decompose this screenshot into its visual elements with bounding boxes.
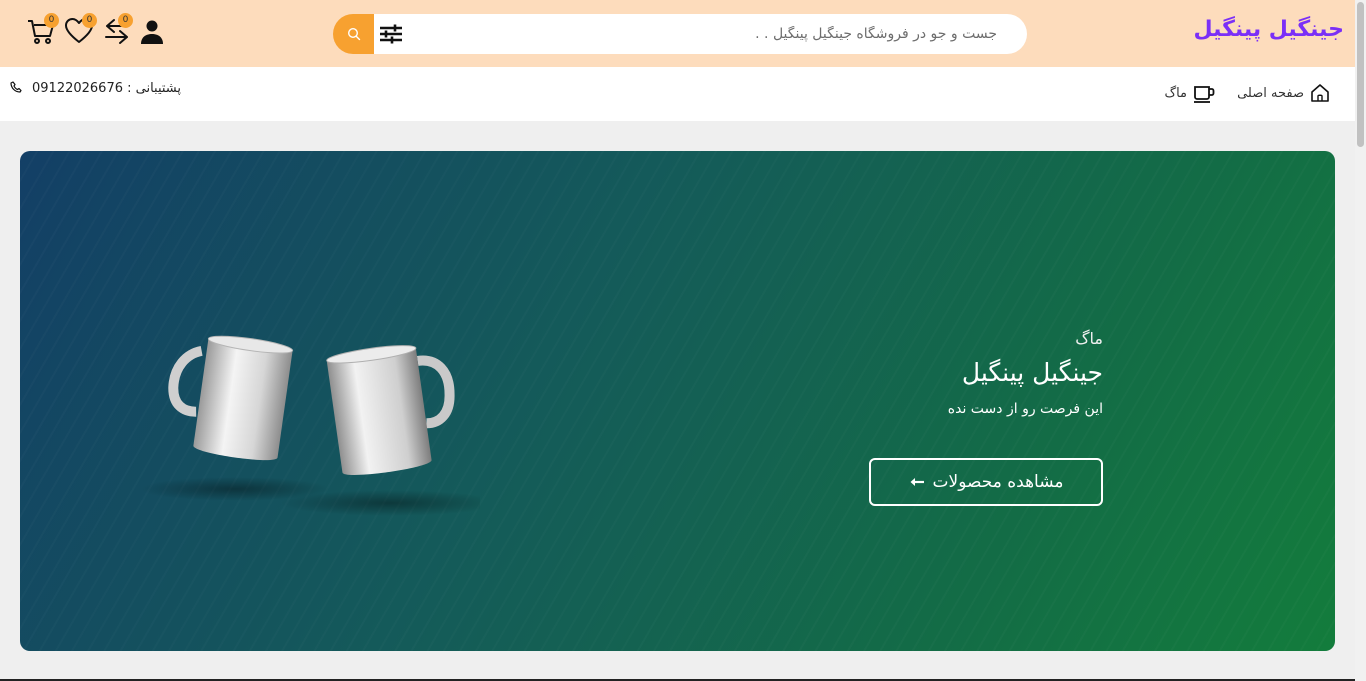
cart-button[interactable]: 0 — [26, 13, 59, 46]
hero-banner: ماگ جینگیل پینگیل این فرصت رو از دست نده… — [20, 151, 1335, 651]
hero-category: ماگ — [1075, 329, 1103, 348]
scrollbar-thumb[interactable] — [1357, 2, 1364, 147]
sliders-icon — [380, 24, 402, 44]
vertical-scrollbar[interactable] — [1355, 0, 1366, 681]
nav-item-home[interactable]: صفحه اصلی — [1237, 83, 1330, 103]
site-logo[interactable]: جینگیل پینگیل — [1193, 17, 1344, 42]
arrow-left-icon — [910, 478, 924, 486]
support-phone[interactable]: پشتیبانی : 09122026676 — [10, 80, 182, 96]
compare-count-badge: 0 — [118, 13, 133, 28]
main-nav: صفحه اصلی ماگ پشتیبانی : 09122026676 — [0, 67, 1355, 121]
search-button[interactable] — [333, 14, 374, 54]
phone-icon — [10, 80, 22, 93]
wishlist-count-badge: 0 — [82, 13, 97, 28]
mug-icon — [1194, 86, 1215, 103]
nav-item-label: صفحه اصلی — [1237, 85, 1304, 101]
support-label: پشتیبانی : 09122026676 — [32, 81, 182, 96]
wishlist-button[interactable]: 0 — [64, 13, 97, 46]
nav-item-mug[interactable]: ماگ — [1164, 83, 1215, 103]
home-icon — [1311, 84, 1329, 102]
search-bar — [333, 14, 1027, 54]
user-icon — [141, 20, 163, 44]
compare-button[interactable]: 0 — [102, 13, 133, 46]
search-input[interactable] — [373, 14, 1027, 54]
account-button[interactable] — [138, 18, 168, 48]
top-header: جینگیل پینگیل جست و جو در فروشگاه جینگیل… — [0, 0, 1355, 67]
cart-count-badge: 0 — [44, 13, 59, 28]
hero-title: جینگیل پینگیل — [961, 358, 1103, 387]
search-icon — [347, 27, 360, 41]
hero-subtitle: این فرصت رو از دست نده — [947, 401, 1103, 417]
hero-text: ماگ جینگیل پینگیل این فرصت رو از دست نده — [948, 329, 1103, 417]
nav-item-label: ماگ — [1164, 85, 1187, 101]
mugs-illustration — [140, 335, 480, 516]
view-products-button[interactable]: مشاهده محصولات — [869, 458, 1103, 506]
view-products-label: مشاهده محصولات — [932, 472, 1064, 492]
filter-button[interactable] — [378, 22, 404, 46]
